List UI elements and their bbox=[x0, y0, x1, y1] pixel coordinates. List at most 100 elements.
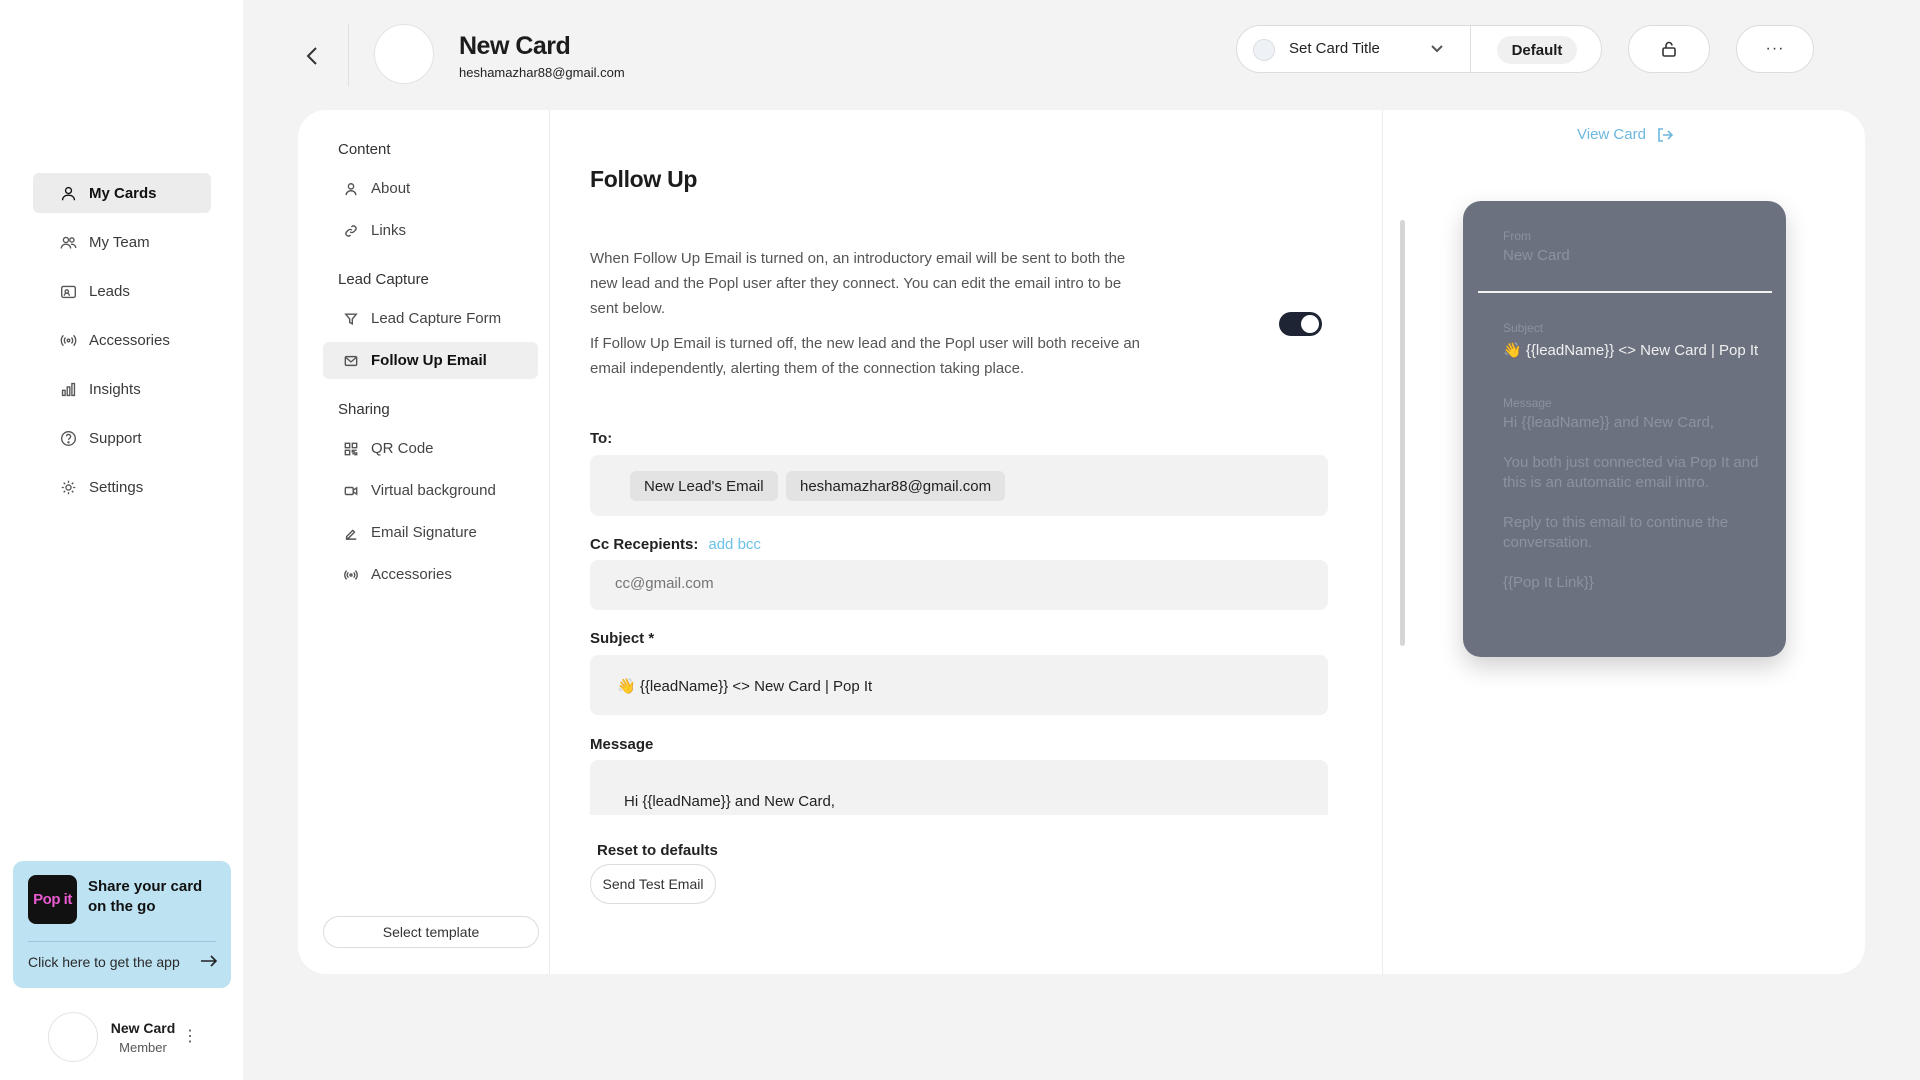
qr-code-icon bbox=[343, 441, 359, 457]
subject-input[interactable]: 👋 {{leadName}} <> New Card | Pop It bbox=[617, 677, 872, 695]
broadcast-icon bbox=[59, 331, 77, 349]
user-name: New Card bbox=[110, 1020, 176, 1036]
nav-label: Leads bbox=[89, 282, 130, 300]
preview-from-label: From bbox=[1503, 229, 1531, 243]
cc-field[interactable] bbox=[590, 560, 1328, 610]
scrollbar-thumb[interactable] bbox=[1400, 220, 1405, 646]
more-options-button[interactable]: ··· bbox=[1736, 25, 1814, 73]
send-test-email-button[interactable]: Send Test Email bbox=[590, 864, 716, 904]
subnav-label: Virtual background bbox=[371, 482, 496, 499]
promo-title: Share your card on the go bbox=[88, 878, 203, 915]
nav-label: My Cards bbox=[89, 184, 157, 202]
follow-up-email-toggle[interactable] bbox=[1279, 312, 1322, 336]
nav-item-settings[interactable]: Settings bbox=[33, 467, 211, 507]
subnav-label: QR Code bbox=[371, 440, 434, 457]
chevron-left-icon bbox=[306, 47, 317, 65]
signature-icon bbox=[343, 525, 359, 541]
subnav-label: Email Signature bbox=[371, 524, 477, 541]
card-title-select[interactable]: Set Card Title Default bbox=[1236, 25, 1602, 73]
default-badge[interactable]: Default bbox=[1497, 36, 1577, 64]
back-button[interactable] bbox=[300, 44, 324, 68]
arrow-right-icon bbox=[200, 954, 218, 970]
preview-message-line: You both just connected via Pop It and t… bbox=[1503, 454, 1759, 491]
person-icon bbox=[343, 181, 359, 197]
get-app-link[interactable]: Click here to get the app bbox=[28, 954, 218, 970]
user-role: Member bbox=[119, 1040, 167, 1055]
subnav-item-links[interactable]: Links bbox=[323, 212, 538, 249]
more-vertical-icon[interactable]: ⋮ bbox=[182, 1026, 198, 1046]
nav-item-accessories[interactable]: Accessories bbox=[33, 320, 211, 360]
nav-item-support[interactable]: Support bbox=[33, 418, 211, 458]
description-on: When Follow Up Email is turned on, an in… bbox=[590, 250, 1126, 317]
nav-item-my-cards[interactable]: My Cards bbox=[33, 173, 211, 213]
subject-label: Subject * bbox=[590, 630, 655, 647]
cc-label: Cc Recepients: add bcc bbox=[590, 536, 761, 553]
view-card-link[interactable]: View Card bbox=[1577, 126, 1674, 143]
message-input[interactable]: Hi {{leadName}} and New Card, bbox=[624, 793, 835, 810]
email-preview-card: From New Card Subject 👋 {{leadName}} <> … bbox=[1463, 201, 1786, 657]
to-chip-user-email[interactable]: heshamazhar88@gmail.com bbox=[786, 471, 1006, 501]
get-app-link-label: Click here to get the app bbox=[28, 954, 180, 970]
nav-item-my-team[interactable]: My Team bbox=[33, 222, 211, 262]
lock-button[interactable] bbox=[1628, 25, 1710, 73]
header-divider bbox=[348, 24, 349, 86]
nav-label: Support bbox=[89, 429, 142, 447]
select-template-button[interactable]: Select template bbox=[323, 916, 539, 948]
subnav-label: About bbox=[371, 180, 411, 197]
link-icon bbox=[343, 223, 359, 239]
mail-icon bbox=[343, 353, 359, 369]
help-circle-icon bbox=[59, 429, 77, 447]
to-label: To: bbox=[590, 430, 613, 447]
subnav-label: Links bbox=[371, 222, 407, 239]
to-chip-lead-email[interactable]: New Lead's Email bbox=[630, 471, 778, 501]
preview-divider bbox=[1478, 291, 1772, 293]
subnav-item-qr-code[interactable]: QR Code bbox=[323, 430, 538, 467]
user-profile[interactable]: New Card Member ⋮ bbox=[48, 1012, 198, 1064]
nav-item-leads[interactable]: Leads bbox=[33, 271, 211, 311]
nav-label: Accessories bbox=[89, 331, 170, 349]
subnav-item-follow-up-email[interactable]: Follow Up Email bbox=[323, 342, 538, 379]
nav-item-insights[interactable]: Insights bbox=[33, 369, 211, 409]
follow-up-description: When Follow Up Email is turned on, an in… bbox=[590, 246, 1150, 381]
form-scroll-area[interactable]: When Follow Up Email is turned on, an in… bbox=[590, 220, 1356, 815]
cc-input[interactable] bbox=[615, 575, 1295, 592]
subnav-label: Accessories bbox=[371, 566, 452, 583]
unlock-icon bbox=[1662, 41, 1676, 57]
section-lead-capture: Lead Capture bbox=[338, 271, 429, 288]
subnav-item-virtual-background[interactable]: Virtual background bbox=[323, 472, 538, 509]
card-email: heshamazhar88@gmail.com bbox=[459, 65, 625, 80]
main-nav: My Cards My Team Leads Accessories Insig… bbox=[33, 173, 211, 516]
nav-label: My Team bbox=[89, 233, 150, 251]
preview-subject-label: Subject bbox=[1503, 321, 1544, 335]
pop-it-logo: Pop it bbox=[28, 875, 77, 924]
message-label: Message bbox=[590, 736, 654, 753]
subnav-item-lead-capture-form[interactable]: Lead Capture Form bbox=[323, 300, 538, 337]
get-app-promo[interactable]: Pop it Share your card on the go Click h… bbox=[13, 861, 231, 988]
reset-defaults-link[interactable]: Reset to defaults bbox=[597, 842, 718, 859]
subnav-item-accessories[interactable]: Accessories bbox=[323, 556, 538, 593]
preview-message-line: {{Pop It Link}} bbox=[1503, 574, 1594, 591]
preview-message-line: Hi {{leadName}} and New Card, bbox=[1503, 414, 1714, 431]
card-avatar[interactable] bbox=[374, 24, 434, 84]
user-icon bbox=[59, 184, 77, 202]
add-bcc-link[interactable]: add bcc bbox=[708, 536, 761, 553]
subject-field[interactable]: 👋 {{leadName}} <> New Card | Pop It bbox=[590, 655, 1328, 715]
select-separator bbox=[1470, 26, 1471, 72]
chevron-down-icon bbox=[1429, 40, 1445, 61]
card-thumbnail bbox=[1253, 39, 1275, 61]
message-field[interactable]: Hi {{leadName}} and New Card, bbox=[590, 760, 1328, 815]
to-field[interactable]: New Lead's Email heshamazhar88@gmail.com bbox=[590, 455, 1328, 516]
section-sharing: Sharing bbox=[338, 401, 390, 418]
preview-from-value: New Card bbox=[1503, 247, 1570, 264]
promo-divider bbox=[28, 941, 216, 942]
page-title: New Card bbox=[459, 32, 571, 60]
follow-up-form: Follow Up When Follow Up Email is turned… bbox=[550, 110, 1383, 974]
toggle-knob bbox=[1301, 315, 1319, 333]
contact-card-icon bbox=[59, 282, 77, 300]
subnav-item-email-signature[interactable]: Email Signature bbox=[323, 514, 538, 551]
subnav-label: Lead Capture Form bbox=[371, 310, 502, 327]
subnav-item-about[interactable]: About bbox=[323, 170, 538, 207]
form-scrollbar[interactable] bbox=[1400, 220, 1405, 815]
gear-icon bbox=[59, 478, 77, 496]
more-horizontal-icon: ··· bbox=[1765, 40, 1785, 57]
